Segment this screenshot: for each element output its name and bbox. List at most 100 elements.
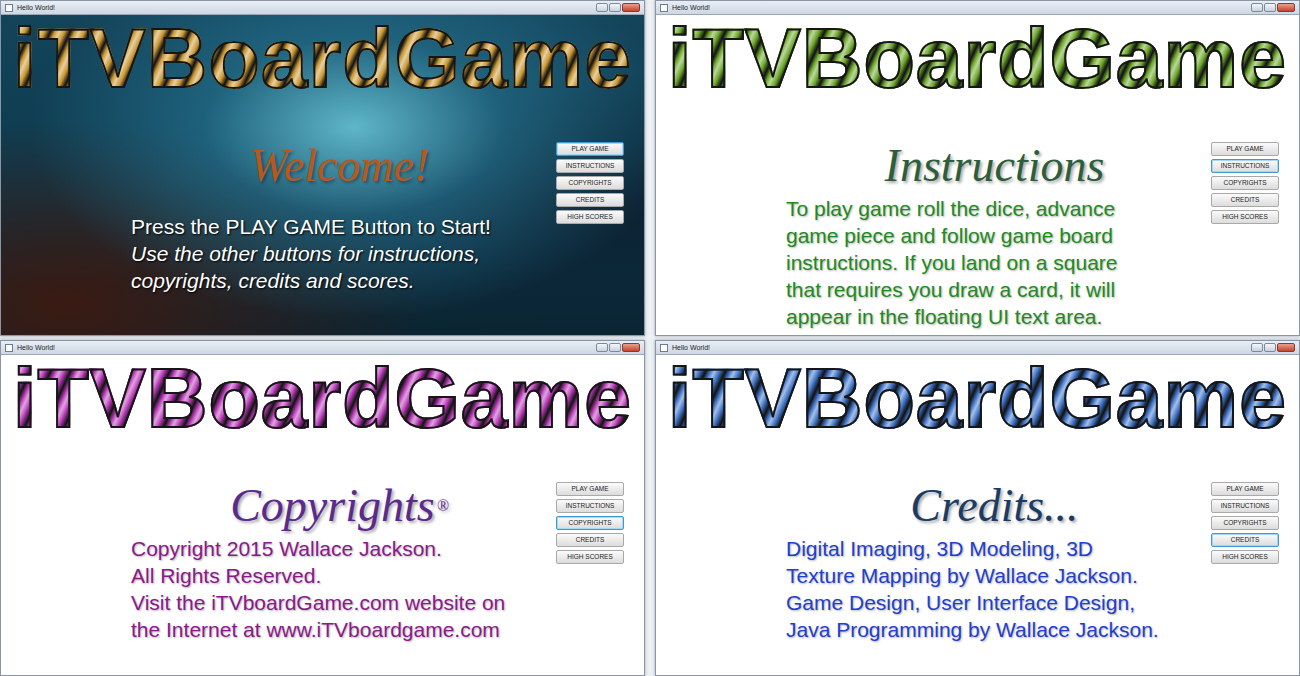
menu-button[interactable]: INSTRUCTIONS <box>556 159 624 173</box>
menu-button[interactable]: PLAY GAME <box>1211 482 1279 496</box>
content-row: InstructionsTo play game roll the dice, … <box>656 101 1299 335</box>
menu-button[interactable]: HIGH SCORES <box>1211 550 1279 564</box>
logo-row: iTVBoardGame <box>1 355 644 441</box>
close-icon[interactable] <box>1277 343 1295 352</box>
text-panel: InstructionsTo play game roll the dice, … <box>656 101 1203 335</box>
window-content: iTVBoardGame Welcome! Press the PLAY GAME … <box>1 15 644 335</box>
page-heading: Credits... <box>786 481 1203 531</box>
logo-row: iTVBoardGame <box>656 15 1299 101</box>
window-title: Hello World! <box>672 2 710 14</box>
body-line: that requires you draw a card, it will <box>786 276 1203 303</box>
text-panel: Copyrights®Copyright 2015 Wallace Jackso… <box>1 441 548 675</box>
window-title: Hello World! <box>672 342 710 354</box>
game-logo: iTVBoardGame <box>13 355 632 441</box>
content-row: Credits... Digital Imaging, 3D Modeling, … <box>656 441 1299 675</box>
body-line: All Rights Reserved. <box>131 562 548 589</box>
menu-button[interactable]: COPYRIGHTS <box>1211 516 1279 530</box>
body-line: the Internet at www.iTVboardgame.com <box>131 616 548 643</box>
text-panel: Welcome! Press the PLAY GAME Button to St… <box>1 101 548 335</box>
menu-button[interactable]: CREDITS <box>1211 193 1279 207</box>
window-content: iTVBoardGameInstructionsTo play game rol… <box>656 15 1299 335</box>
menu-button[interactable]: HIGH SCORES <box>1211 210 1279 224</box>
menu-button[interactable]: INSTRUCTIONS <box>556 499 624 513</box>
desktop: Hello World!iTVBoardGameWelcome!Press th… <box>0 0 1300 676</box>
heading-text: Copyrights <box>230 480 434 531</box>
menu-button[interactable]: COPYRIGHTS <box>1211 176 1279 190</box>
window-title: Hello World! <box>17 342 55 354</box>
app-window[interactable]: Hello World!iTVBoardGame Credits... Digita… <box>655 340 1300 676</box>
body-line: Use the other buttons for instructions, <box>131 240 548 267</box>
content-row: Copyrights®Copyright 2015 Wallace Jackso… <box>1 441 644 675</box>
window-title: Hello World! <box>17 2 55 14</box>
body-line: Copyright 2015 Wallace Jackson. <box>131 535 548 562</box>
body-line: Java Programming by Wallace Jackson. <box>786 616 1203 643</box>
menu-button[interactable]: PLAY GAME <box>556 142 624 156</box>
body-line: Visit the iTVboardGame.com website on <box>131 589 548 616</box>
body-text: To play game roll the dice, advancegame … <box>786 195 1203 330</box>
menu-button[interactable]: COPYRIGHTS <box>556 516 624 530</box>
body-line: Texture Mapping by Wallace Jackson. <box>786 562 1203 589</box>
game-logo: iTVBoardGame <box>668 355 1287 441</box>
minimize-icon[interactable] <box>596 343 608 352</box>
menu-button[interactable]: HIGH SCORES <box>556 550 624 564</box>
menu-button[interactable]: INSTRUCTIONS <box>1211 159 1279 173</box>
menu-button[interactable]: HIGH SCORES <box>556 210 624 224</box>
body-line: appear in the floating UI text area. <box>786 303 1203 330</box>
app-icon <box>660 4 668 12</box>
title-bar[interactable]: Hello World! <box>656 1 1299 15</box>
app-icon <box>5 344 13 352</box>
window-controls <box>596 3 640 12</box>
maximize-icon[interactable] <box>609 343 621 352</box>
page-heading: Welcome! <box>131 141 548 191</box>
close-icon[interactable] <box>622 343 640 352</box>
body-line: game piece and follow game board <box>786 222 1203 249</box>
text-panel: Credits... Digital Imaging, 3D Modeling, … <box>656 441 1203 675</box>
maximize-icon[interactable] <box>1264 343 1276 352</box>
body-line: Digital Imaging, 3D Modeling, 3D <box>786 535 1203 562</box>
heading-text: Instructions <box>885 140 1105 191</box>
title-bar[interactable]: Hello World! <box>656 341 1299 355</box>
window-content: iTVBoardGameCopyrights®Copyright 2015 Wa… <box>1 355 644 675</box>
menu-button[interactable]: PLAY GAME <box>1211 142 1279 156</box>
menu-button[interactable]: COPYRIGHTS <box>556 176 624 190</box>
page-heading: Copyrights® <box>131 481 548 531</box>
maximize-icon[interactable] <box>609 3 621 12</box>
heading-text: Credits... <box>910 480 1078 531</box>
minimize-icon[interactable] <box>596 3 608 12</box>
body-line: copyrights, credits and scores. <box>131 267 548 294</box>
body-text: Copyright 2015 Wallace Jackson.All Right… <box>131 535 548 643</box>
close-icon[interactable] <box>1277 3 1295 12</box>
content-row: Welcome! Press the PLAY GAME Button to St… <box>1 101 644 335</box>
menu-button[interactable]: PLAY GAME <box>556 482 624 496</box>
app-window[interactable]: Hello World!iTVBoardGameCopyrights®Copyr… <box>0 340 645 676</box>
button-column: PLAY GAME INSTRUCTIONS COPYRIGHTS CREDITS HI… <box>556 441 624 675</box>
maximize-icon[interactable] <box>1264 3 1276 12</box>
app-window[interactable]: Hello World!iTVBoardGameInstructionsTo p… <box>655 0 1300 336</box>
app-icon <box>660 344 668 352</box>
body-line: Press the PLAY GAME Button to Start! <box>131 213 548 240</box>
game-logo: iTVBoardGame <box>668 15 1287 101</box>
title-bar[interactable]: Hello World! <box>1 341 644 355</box>
button-column: PLAY GAME INSTRUCTIONS COPYRIGHTS CREDITS HI… <box>1211 441 1279 675</box>
heading-text: Welcome! <box>250 140 430 191</box>
window-content: iTVBoardGame Credits... Digital Imaging, 3… <box>656 355 1299 675</box>
minimize-icon[interactable] <box>1251 3 1263 12</box>
menu-button[interactable]: CREDITS <box>1211 533 1279 547</box>
minimize-icon[interactable] <box>1251 343 1263 352</box>
title-bar[interactable]: Hello World! <box>1 1 644 15</box>
button-column: PLAY GAME INSTRUCTIONS COPYRIGHTS CREDITS HI… <box>556 101 624 335</box>
menu-button[interactable]: CREDITS <box>556 193 624 207</box>
registered-mark: ® <box>437 497 449 514</box>
body-line: instructions. If you land on a square <box>786 249 1203 276</box>
close-icon[interactable] <box>622 3 640 12</box>
menu-button[interactable]: CREDITS <box>556 533 624 547</box>
app-window[interactable]: Hello World!iTVBoardGame Welcome! Press th… <box>0 0 645 336</box>
page-heading: Instructions <box>786 141 1203 191</box>
body-line: To play game roll the dice, advance <box>786 195 1203 222</box>
menu-button[interactable]: INSTRUCTIONS <box>1211 499 1279 513</box>
app-icon <box>5 4 13 12</box>
logo-row: iTVBoardGame <box>656 355 1299 441</box>
window-controls <box>1251 3 1295 12</box>
window-controls <box>596 343 640 352</box>
game-logo: iTVBoardGame <box>13 15 632 101</box>
